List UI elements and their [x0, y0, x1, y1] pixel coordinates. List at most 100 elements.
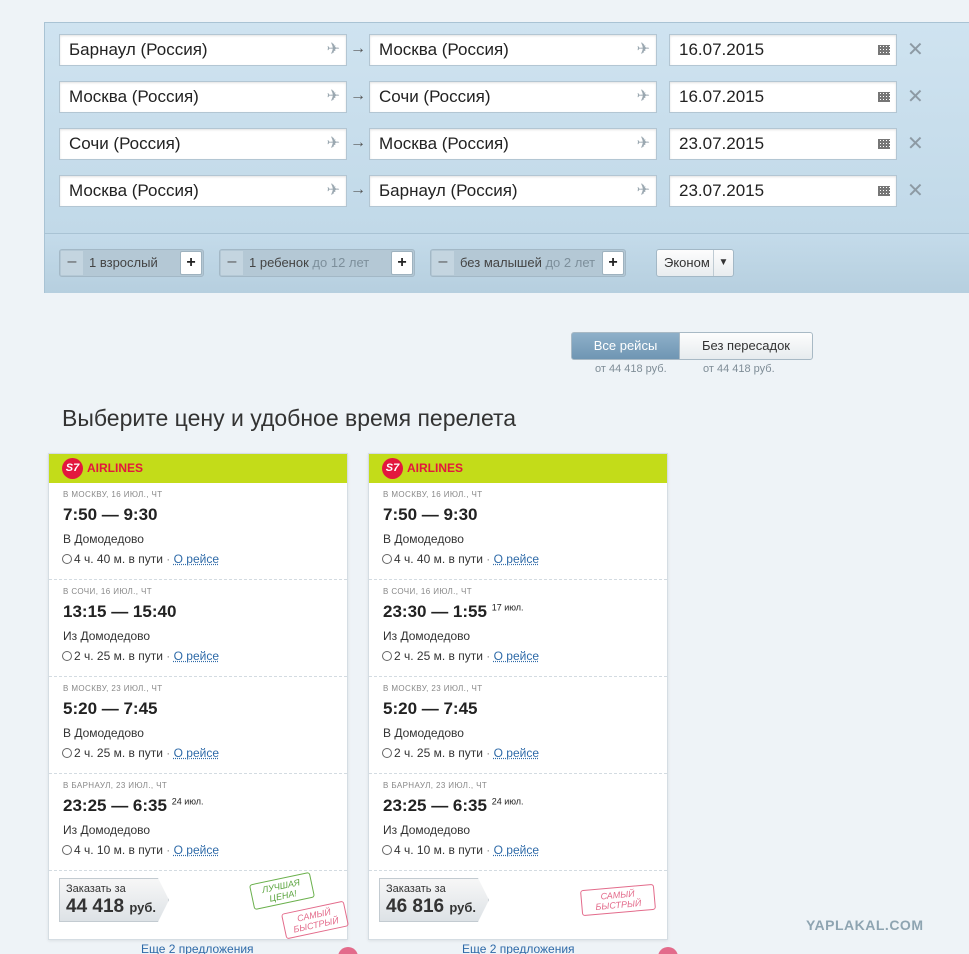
plane-icon: ✈ [636, 135, 650, 152]
segment-time: 5:20 — 7:45 [383, 699, 478, 719]
offer-card: S7 AIRLINES в Москву, 16 июл., чт 7:50 —… [368, 453, 668, 940]
date-input[interactable]: 23.07.2015 [669, 175, 897, 207]
segment-duration: 4 ч. 40 м. в пути [74, 552, 163, 566]
segment-time: 7:50 — 9:30 [383, 505, 478, 525]
search-panel: Барнаул (Россия) ✈ → Москва (Россия) ✈ 16.… [44, 22, 969, 293]
close-icon[interactable]: ✕ [907, 84, 924, 109]
filter-direct-flights-button[interactable]: Без пересадок [679, 332, 813, 360]
segment-direction: в Сочи, 16 июл., чт [383, 587, 473, 596]
flight-details-link[interactable]: О рейсе [494, 746, 539, 760]
passenger-bar: – 1 взрослый + – 1 ребенок до 12 лет + –… [45, 233, 969, 293]
adults-minus-button[interactable]: – [61, 251, 83, 275]
watermark: YAPLAKAL.COM [806, 917, 924, 933]
infants-plus-button[interactable]: + [602, 251, 624, 275]
destination-input[interactable]: Москва (Россия) ✈ [369, 128, 657, 160]
segment-info: 4 ч. 40 м. в пути · О рейсе [62, 552, 219, 566]
best-price-stamp: Лучшая цена! [248, 871, 316, 911]
infants-count: без малышей [460, 255, 542, 270]
segment-direction: в Москву, 16 июл., чт [63, 490, 163, 499]
flight-details-link[interactable]: О рейсе [174, 649, 219, 663]
plane-icon: ✈ [326, 135, 340, 152]
close-icon[interactable]: ✕ [907, 178, 924, 203]
segment-info: 2 ч. 25 м. в пути · О рейсе [62, 649, 219, 663]
children-count: 1 ребенок [249, 255, 309, 270]
next-day-note: 24 июл. [171, 796, 204, 807]
arrow-right-icon: → [350, 87, 366, 104]
destination-input[interactable]: Сочи (Россия) ✈ [369, 81, 657, 113]
calendar-icon[interactable] [878, 139, 890, 149]
children-minus-button[interactable]: – [221, 251, 243, 275]
origin-input[interactable]: Сочи (Россия) ✈ [59, 128, 347, 160]
segment-info: 4 ч. 40 м. в пути · О рейсе [382, 552, 539, 566]
flight-details-link[interactable]: О рейсе [494, 843, 539, 857]
price-value: 46 816 [386, 896, 445, 917]
children-stepper: – 1 ребенок до 12 лет + [219, 249, 415, 277]
arrow-right-icon: → [350, 181, 366, 198]
cabin-class-select[interactable]: Эконом ▼ [656, 249, 734, 277]
adults-plus-button[interactable]: + [180, 251, 202, 275]
segment-direction: в Барнаул, 23 июл., чт [63, 781, 168, 790]
close-icon[interactable]: ✕ [907, 131, 924, 156]
destination-input[interactable]: Москва (Россия) ✈ [369, 34, 657, 66]
flight-details-link[interactable]: О рейсе [494, 552, 539, 566]
close-icon[interactable]: ✕ [907, 37, 924, 62]
flight-details-link[interactable]: О рейсе [174, 843, 219, 857]
clock-icon [62, 651, 72, 661]
page-title: Выберите цену и удобное время перелета [62, 405, 517, 431]
date-input[interactable]: 16.07.2015 [669, 34, 897, 66]
offer-header: S7 AIRLINES [369, 454, 667, 483]
segment-duration: 4 ч. 40 м. в пути [394, 552, 483, 566]
fastest-stamp: Самый быстрый [280, 900, 350, 940]
origin-input[interactable]: Москва (Россия) ✈ [59, 175, 347, 207]
date-input[interactable]: 16.07.2015 [669, 81, 897, 113]
flight-details-link[interactable]: О рейсе [174, 746, 219, 760]
calendar-icon[interactable] [878, 45, 890, 55]
book-label: Заказать за [66, 883, 126, 895]
origin-value: Сочи (Россия) [69, 134, 181, 153]
segment-info: 2 ч. 25 м. в пути · О рейсе [382, 746, 539, 760]
segment-duration: 4 ч. 10 м. в пути [394, 843, 483, 857]
segment-time-value: 23:25 — 6:35 [383, 796, 487, 815]
segment-time: 23:25 — 6:35 24 июл. [63, 796, 204, 816]
calendar-icon[interactable] [878, 186, 890, 196]
clock-icon [382, 845, 392, 855]
next-day-note: 17 июл. [491, 602, 524, 613]
flight-segment: в Барнаул, 23 июл., чт 23:25 — 6:35 24 и… [49, 774, 347, 871]
plane-icon: ✈ [326, 182, 340, 199]
destination-input[interactable]: Барнаул (Россия) ✈ [369, 175, 657, 207]
clock-icon [382, 748, 392, 758]
segment-duration: 2 ч. 25 м. в пути [394, 746, 483, 760]
calendar-icon[interactable] [878, 92, 890, 102]
more-offers-link[interactable]: Еще 2 предложения [462, 942, 575, 954]
flight-details-link[interactable]: О рейсе [174, 552, 219, 566]
price-value: 44 418 [66, 896, 125, 917]
more-offers-link[interactable]: Еще 2 предложения [141, 942, 254, 954]
flight-details-link[interactable]: О рейсе [494, 649, 539, 663]
flight-segment: в Сочи, 16 июл., чт 13:15 — 15:40 Из Дом… [49, 580, 347, 677]
price-currency: руб. [449, 900, 477, 915]
children-plus-button[interactable]: + [391, 251, 413, 275]
infants-minus-button[interactable]: – [432, 251, 454, 275]
destination-value: Сочи (Россия) [379, 87, 491, 106]
route-row: Барнаул (Россия) ✈ → Москва (Россия) ✈ 16.… [45, 34, 969, 68]
airline-name: AIRLINES [407, 461, 464, 475]
origin-input[interactable]: Москва (Россия) ✈ [59, 81, 347, 113]
date-value: 16.07.2015 [679, 40, 765, 59]
date-value: 23.07.2015 [679, 181, 765, 200]
book-button[interactable]: Заказать за 46 816 руб. [379, 878, 489, 922]
segment-time-value: 7:50 — 9:30 [383, 505, 478, 524]
segment-duration: 4 ч. 10 м. в пути [74, 843, 163, 857]
s7-logo: S7 [62, 458, 83, 479]
origin-value: Москва (Россия) [69, 181, 199, 200]
segment-airport: Из Домодедово [63, 629, 151, 643]
adults-stepper: – 1 взрослый + [59, 249, 204, 277]
date-input[interactable]: 23.07.2015 [669, 128, 897, 160]
filter-all-flights-button[interactable]: Все рейсы [571, 332, 680, 360]
price-currency: руб. [129, 900, 157, 915]
s7-logo: S7 [382, 458, 403, 479]
segment-duration: 2 ч. 25 м. в пути [74, 649, 163, 663]
airline-name: AIRLINES [87, 461, 144, 475]
origin-input[interactable]: Барнаул (Россия) ✈ [59, 34, 347, 66]
book-button[interactable]: Заказать за 44 418 руб. [59, 878, 169, 922]
infants-value: без малышей до 2 лет [460, 250, 595, 276]
